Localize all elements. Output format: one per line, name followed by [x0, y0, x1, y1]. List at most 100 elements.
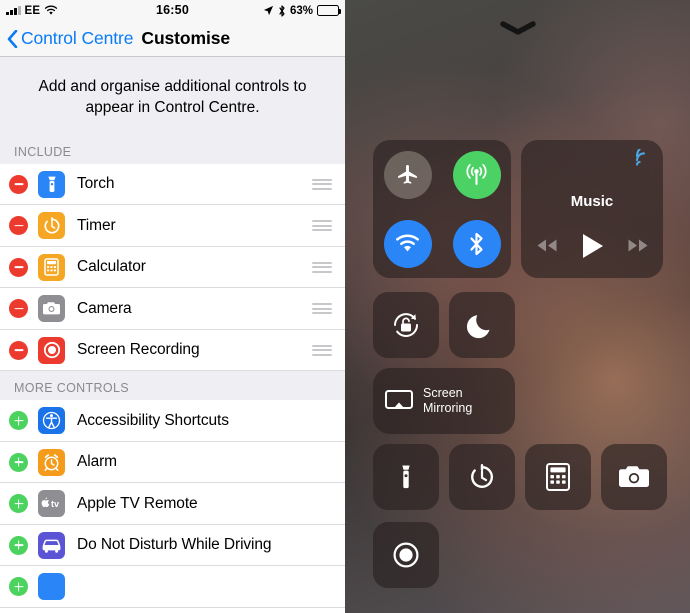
moon-icon: [467, 315, 490, 339]
reorder-handle[interactable]: [312, 220, 332, 232]
back-chevron-icon[interactable]: [7, 29, 18, 48]
music-title: Music: [570, 192, 614, 210]
remove-control-button[interactable]: [9, 216, 28, 236]
section-rows: Torch Timer Calculator Camera Screen Recordi…: [0, 163, 345, 372]
airplay-audio-icon[interactable]: [633, 149, 653, 169]
screen-mirroring-icon: [385, 390, 413, 409]
row-label: Camera: [77, 299, 132, 317]
connectivity-module: [373, 140, 511, 278]
status-bar-right: 63%: [263, 0, 342, 21]
rotation-lock-toggle[interactable]: [373, 292, 439, 358]
reorder-handle[interactable]: [312, 344, 332, 356]
torch-icon: [38, 170, 65, 198]
bluetooth-toggle[interactable]: [452, 219, 501, 268]
section-header: INCLUDE: [0, 134, 345, 164]
calculator-icon: [38, 253, 65, 281]
table-row[interactable]: Alarm: [0, 441, 345, 484]
status-bar: EE 16:50 63%: [0, 0, 345, 21]
settings-pane: EE 16:50 63% Control Centre Customise Ad…: [0, 0, 345, 613]
timer-icon: [471, 464, 494, 488]
screen-mirroring-label: Screen Mirroring: [423, 386, 472, 417]
camera-icon: [619, 466, 649, 487]
row-label: Alarm: [77, 453, 117, 471]
record-icon: [38, 336, 65, 364]
row-label: Screen Recording: [77, 341, 200, 359]
do-not-disturb-toggle[interactable]: [449, 292, 515, 358]
screen-mirroring-button[interactable]: Screen Mirroring: [373, 368, 515, 434]
table-row[interactable]: [0, 566, 345, 608]
section-header: MORE CONTROLS: [0, 371, 345, 401]
page-title: Customise: [141, 28, 230, 48]
timer-icon: [38, 212, 65, 240]
reorder-handle[interactable]: [312, 261, 332, 273]
calculator-button[interactable]: [525, 444, 591, 510]
screen: EE 16:50 63% Control Centre Customise Ad…: [0, 0, 690, 613]
remove-control-button[interactable]: [9, 299, 28, 319]
add-control-button[interactable]: [9, 411, 28, 431]
torch-icon: [402, 465, 410, 489]
add-control-button[interactable]: [9, 494, 28, 514]
svg-text:tv: tv: [51, 499, 59, 509]
table-row[interactable]: Timer: [0, 205, 345, 247]
torch-button[interactable]: [373, 444, 439, 510]
reorder-handle[interactable]: [312, 178, 332, 190]
apple-tv-icon: tv: [38, 490, 65, 518]
partial-app-icon: [38, 573, 65, 601]
camera-icon: [38, 295, 65, 323]
reorder-handle[interactable]: [312, 303, 332, 315]
intro-text: Add and organise additional controls to …: [38, 78, 307, 116]
music-widget[interactable]: Music: [521, 140, 663, 278]
remove-control-button[interactable]: [9, 340, 28, 360]
next-track-icon[interactable]: [627, 238, 649, 253]
car-icon: [38, 531, 65, 559]
row-label: Timer: [77, 216, 116, 234]
settings-sections: INCLUDE Torch Timer Calculator Camera Screen …: [0, 134, 345, 608]
add-control-button[interactable]: [9, 535, 28, 555]
play-icon[interactable]: [580, 232, 605, 260]
table-row[interactable]: Do Not Disturb While Driving: [0, 524, 345, 567]
record-icon: [393, 542, 419, 568]
back-button-label[interactable]: Control Centre: [21, 28, 134, 49]
row-label: Calculator: [77, 258, 146, 276]
accessibility-icon: [38, 407, 65, 435]
cellular-data-toggle[interactable]: [452, 150, 501, 199]
add-control-button[interactable]: [9, 577, 28, 597]
row-label: Accessibility Shortcuts: [77, 411, 229, 429]
rotation-lock-icon: [394, 313, 418, 337]
camera-button[interactable]: [601, 444, 667, 510]
table-row[interactable]: Calculator: [0, 246, 345, 289]
battery-icon: [317, 5, 342, 16]
music-transport-controls: [521, 232, 663, 260]
row-label: Apple TV Remote: [77, 494, 198, 512]
location-arrow-icon: [263, 5, 274, 16]
table-row[interactable]: Torch: [0, 163, 345, 206]
table-row[interactable]: tv Apple TV Remote: [0, 483, 345, 525]
table-row[interactable]: Camera: [0, 288, 345, 330]
table-row[interactable]: Accessibility Shortcuts: [0, 400, 345, 442]
airplane-mode-toggle[interactable]: [383, 150, 432, 199]
control-centre-pane: Music Screen Mirroring: [345, 0, 690, 613]
table-row[interactable]: Screen Recording: [0, 329, 345, 372]
row-label: Do Not Disturb While Driving: [77, 536, 272, 554]
remove-control-button[interactable]: [9, 257, 28, 277]
add-control-button[interactable]: [9, 452, 28, 472]
wifi-icon: [396, 234, 419, 251]
row-label: Torch: [77, 175, 115, 193]
battery-percent-label: 63%: [289, 4, 313, 17]
screen-recording-button[interactable]: [373, 522, 439, 588]
remove-control-button[interactable]: [9, 174, 28, 194]
section-rows: Accessibility Shortcuts Alarm tv Apple TV R…: [0, 400, 345, 567]
wifi-toggle[interactable]: [383, 219, 432, 268]
previous-track-icon[interactable]: [536, 238, 558, 253]
intro-description: Add and organise additional controls to …: [0, 57, 345, 135]
alarm-icon: [38, 448, 65, 476]
control-centre-grid: Music Screen Mirroring: [345, 0, 690, 613]
timer-button[interactable]: [449, 444, 515, 510]
calculator-icon: [546, 463, 570, 491]
connectivity-toggles: [373, 140, 511, 278]
bluetooth-icon: [470, 232, 483, 255]
section-rows-partial: [0, 566, 345, 608]
navigation-bar: Control Centre Customise: [0, 21, 345, 57]
bluetooth-icon: [279, 4, 285, 17]
airplane-icon: [398, 165, 417, 184]
